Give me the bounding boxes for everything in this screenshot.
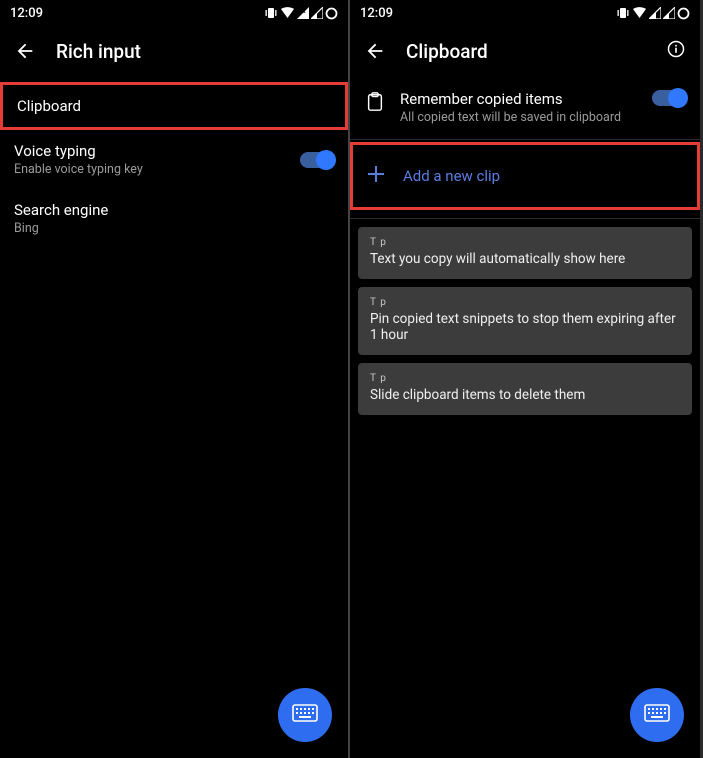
item-label: Remember copied items (400, 90, 638, 108)
circle-icon (677, 7, 690, 20)
remember-toggle[interactable] (652, 90, 686, 106)
tip-card[interactable]: T p Text you copy will automatically sho… (358, 227, 692, 279)
keyboard-icon (644, 704, 670, 726)
item-sub: Bing (14, 221, 334, 236)
status-time: 12:09 (360, 6, 393, 21)
wifi-icon (280, 7, 295, 19)
tip-tag: T p (370, 373, 680, 384)
tip-msg: Slide clipboard items to delete them (370, 387, 680, 403)
clipboard-screen: 12:09 Clipboard Remember copied items Al… (350, 0, 700, 758)
item-sub: All copied text will be saved in clipboa… (400, 110, 638, 125)
item-label: Clipboard (17, 97, 331, 115)
settings-list: Clipboard Voice typing Enable voice typi… (0, 76, 348, 248)
page-title: Rich input (56, 40, 141, 63)
signal2-icon (663, 7, 675, 19)
divider (350, 139, 700, 140)
tip-msg: Text you copy will automatically show he… (370, 251, 680, 267)
back-icon[interactable] (364, 40, 386, 62)
tip-card[interactable]: T p Pin copied text snippets to stop the… (358, 287, 692, 355)
status-icons (616, 7, 690, 20)
search-engine-item[interactable]: Search engine Bing (0, 189, 348, 248)
item-label: Search engine (14, 201, 334, 219)
item-sub: Enable voice typing key (14, 162, 300, 177)
tip-msg: Pin copied text snippets to stop them ex… (370, 311, 680, 343)
vibrate-icon (616, 7, 630, 19)
voice-typing-item[interactable]: Voice typing Enable voice typing key (0, 130, 348, 189)
signal2-icon (311, 7, 323, 19)
tip-card[interactable]: T p Slide clipboard items to delete them (358, 363, 692, 415)
voice-typing-toggle[interactable] (300, 152, 334, 168)
status-icons: x (264, 7, 338, 20)
signal1-icon (649, 7, 661, 19)
wifi-icon (632, 7, 647, 19)
tip-tag: T p (370, 237, 680, 248)
status-bar: 12:09 x (0, 0, 348, 26)
page-title: Clipboard (406, 40, 488, 63)
add-clip-button[interactable]: Add a new clip (350, 142, 700, 210)
plus-icon (367, 165, 385, 187)
app-bar: Clipboard (350, 26, 700, 76)
item-label: Voice typing (14, 142, 300, 160)
keyboard-icon (292, 704, 318, 726)
circle-icon (325, 7, 338, 20)
vibrate-icon (264, 7, 278, 19)
clipboard-icon (364, 90, 386, 112)
clipboard-item[interactable]: Clipboard (0, 82, 348, 130)
app-bar: Rich input (0, 26, 348, 76)
tips-list: T p Text you copy will automatically sho… (350, 221, 700, 415)
tip-tag: T p (370, 297, 680, 308)
info-icon[interactable] (666, 39, 686, 63)
keyboard-fab[interactable] (630, 688, 684, 742)
signal1-icon: x (297, 7, 309, 19)
keyboard-fab[interactable] (278, 688, 332, 742)
divider (350, 218, 700, 219)
rich-input-screen: 12:09 x Rich input Clipboard Voice typin… (0, 0, 350, 758)
status-bar: 12:09 (350, 0, 700, 26)
remember-item[interactable]: Remember copied items All copied text wi… (350, 76, 700, 139)
status-time: 12:09 (10, 6, 43, 21)
back-icon[interactable] (14, 40, 36, 62)
add-clip-label: Add a new clip (403, 167, 500, 185)
